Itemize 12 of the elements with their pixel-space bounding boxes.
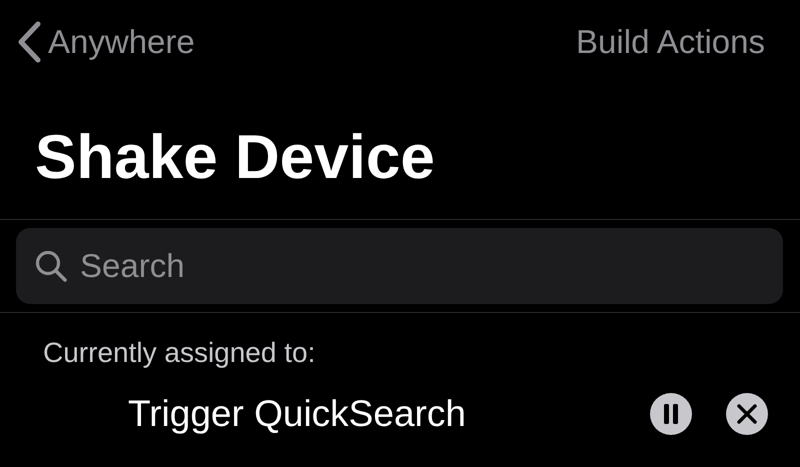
section-label: Currently assigned to: bbox=[42, 336, 316, 370]
assigned-action-name: Trigger QuickSearch bbox=[128, 393, 467, 435]
search-field[interactable]: Search bbox=[16, 228, 783, 304]
page-title: Shake Device bbox=[34, 122, 436, 194]
back-chevron-icon bbox=[16, 20, 42, 64]
pause-icon bbox=[663, 404, 679, 424]
back-button[interactable]: Anywhere bbox=[16, 20, 195, 64]
pause-button[interactable] bbox=[650, 393, 692, 435]
build-actions-button[interactable]: Build Actions bbox=[576, 23, 765, 61]
search-icon bbox=[34, 249, 68, 283]
close-icon bbox=[737, 404, 757, 424]
remove-button[interactable] bbox=[726, 393, 768, 435]
